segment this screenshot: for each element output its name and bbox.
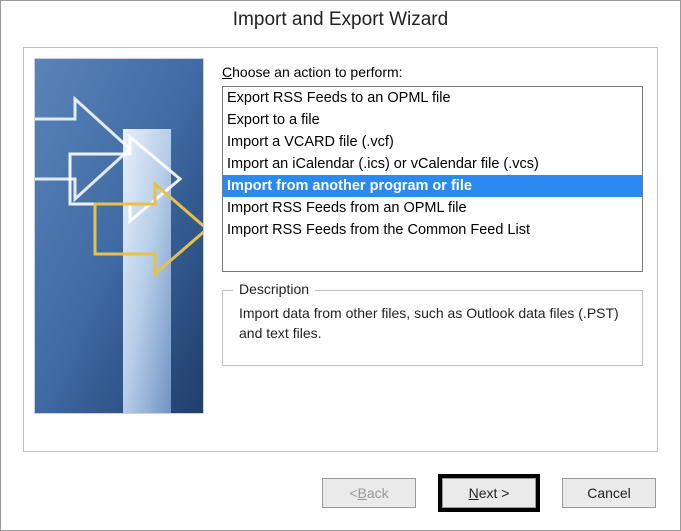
action-listbox[interactable]: Export RSS Feeds to an OPML fileExport t… bbox=[222, 86, 643, 272]
button-row: < Back Next > Cancel bbox=[1, 460, 680, 530]
action-list-item[interactable]: Import from another program or file bbox=[223, 175, 642, 197]
description-text: Import data from other files, such as Ou… bbox=[239, 303, 626, 343]
cancel-button[interactable]: Cancel bbox=[562, 478, 656, 508]
action-list-item[interactable]: Export to a file bbox=[223, 109, 642, 131]
wizard-window: Import and Export Wizard bbox=[0, 0, 681, 531]
action-list-item[interactable]: Import a VCARD file (.vcf) bbox=[223, 131, 642, 153]
wizard-content: Choose an action to perform: Export RSS … bbox=[216, 48, 657, 451]
wizard-graphic bbox=[34, 58, 204, 414]
back-button[interactable]: < Back bbox=[322, 478, 416, 508]
action-list-item[interactable]: Import RSS Feeds from the Common Feed Li… bbox=[223, 219, 642, 241]
description-group: Description Import data from other files… bbox=[222, 290, 643, 366]
next-button[interactable]: Next > bbox=[442, 478, 536, 508]
action-list-item[interactable]: Import an iCalendar (.ics) or vCalendar … bbox=[223, 153, 642, 175]
action-list-item[interactable]: Import RSS Feeds from an OPML file bbox=[223, 197, 642, 219]
wizard-body: Choose an action to perform: Export RSS … bbox=[23, 47, 658, 452]
action-list-item[interactable]: Export RSS Feeds to an OPML file bbox=[223, 87, 642, 109]
action-label: Choose an action to perform: bbox=[222, 58, 643, 86]
next-button-highlight: Next > bbox=[438, 474, 540, 512]
description-legend: Description bbox=[233, 281, 315, 297]
window-title: Import and Export Wizard bbox=[1, 1, 680, 41]
